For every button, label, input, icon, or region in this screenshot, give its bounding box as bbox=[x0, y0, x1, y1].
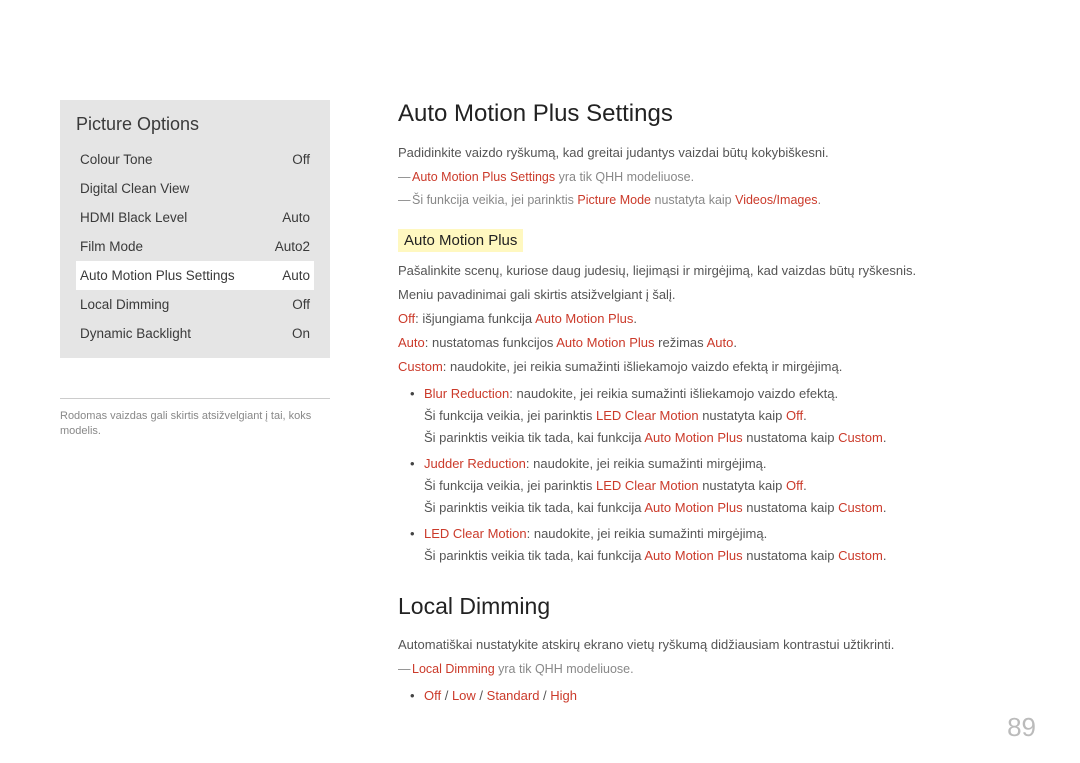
menu-row-dynamic-backlight[interactable]: Dynamic Backlight On bbox=[76, 319, 314, 348]
bullet-judder-reduction: Judder Reduction: naudokite, jei reikia … bbox=[424, 453, 1020, 519]
menu-row-hdmi-black-level[interactable]: HDMI Black Level Auto bbox=[76, 203, 314, 232]
bullet-sub: Ši parinktis veikia tik tada, kai funkci… bbox=[424, 497, 1020, 519]
menu-value: Auto bbox=[282, 268, 310, 283]
bullet-sub: Ši funkcija veikia, jei parinktis LED Cl… bbox=[424, 475, 1020, 497]
amp-description: Padidinkite vaizdo ryškumą, kad greitai … bbox=[398, 142, 1020, 164]
note-ld-qhh: Local Dimming yra tik QHH modeliuose. bbox=[398, 658, 1020, 681]
ld-description: Automatiškai nustatykite atskirų ekrano … bbox=[398, 634, 1020, 656]
menu-row-digital-clean-view[interactable]: Digital Clean View bbox=[76, 174, 314, 203]
menu-label: Digital Clean View bbox=[80, 181, 189, 196]
note-highlight: Auto Motion Plus Settings bbox=[412, 170, 555, 184]
menu-label: Local Dimming bbox=[80, 297, 169, 312]
picture-options-panel: Picture Options Colour Tone Off Digital … bbox=[60, 100, 330, 358]
page-number: 89 bbox=[1007, 712, 1036, 743]
subheading-auto-motion-plus: Auto Motion Plus bbox=[398, 229, 523, 252]
heading-auto-motion-plus-settings: Auto Motion Plus Settings bbox=[398, 100, 1020, 128]
menu-value: On bbox=[292, 326, 310, 341]
menu-value: Off bbox=[292, 152, 310, 167]
panel-footnote: Rodomas vaizdas gali skirtis atsižvelgia… bbox=[60, 398, 330, 440]
option-auto: Auto: nustatomas funkcijos Auto Motion P… bbox=[398, 332, 1020, 354]
option-custom: Custom: naudokite, jei reikia sumažinti … bbox=[398, 356, 1020, 378]
menu-label: HDMI Black Level bbox=[80, 210, 187, 225]
menu-row-auto-motion-plus[interactable]: Auto Motion Plus Settings Auto bbox=[76, 261, 314, 290]
menu-row-colour-tone[interactable]: Colour Tone Off bbox=[76, 145, 314, 174]
menu-row-film-mode[interactable]: Film Mode Auto2 bbox=[76, 232, 314, 261]
menu-value: Off bbox=[292, 297, 310, 312]
sub-desc-1: Pašalinkite scenų, kuriose daug judesių,… bbox=[398, 260, 1020, 282]
option-off: Off: išjungiama funkcija Auto Motion Plu… bbox=[398, 308, 1020, 330]
bullet-sub: Ši funkcija veikia, jei parinktis LED Cl… bbox=[424, 405, 1020, 427]
bullet-ld-options: Off / Low / Standard / High bbox=[424, 685, 1020, 707]
bullet-led-clear-motion: LED Clear Motion: naudokite, jei reikia … bbox=[424, 523, 1020, 567]
sub-desc-2: Meniu pavadinimai gali skirtis atsižvelg… bbox=[398, 284, 1020, 306]
heading-local-dimming: Local Dimming bbox=[398, 593, 1020, 620]
bullet-sub: Ši parinktis veikia tik tada, kai funkci… bbox=[424, 545, 1020, 567]
note-picture-mode: Ši funkcija veikia, jei parinktis Pictur… bbox=[398, 189, 1020, 212]
menu-label: Auto Motion Plus Settings bbox=[80, 268, 235, 283]
menu-label: Dynamic Backlight bbox=[80, 326, 191, 341]
menu-value: Auto2 bbox=[275, 239, 310, 254]
menu-label: Film Mode bbox=[80, 239, 143, 254]
menu-row-local-dimming[interactable]: Local Dimming Off bbox=[76, 290, 314, 319]
menu-label: Colour Tone bbox=[80, 152, 153, 167]
note-qhh-only: Auto Motion Plus Settings yra tik QHH mo… bbox=[398, 166, 1020, 189]
menu-value: Auto bbox=[282, 210, 310, 225]
panel-title: Picture Options bbox=[76, 114, 314, 135]
bullet-sub: Ši parinktis veikia tik tada, kai funkci… bbox=[424, 427, 1020, 449]
bullet-blur-reduction: Blur Reduction: naudokite, jei reikia su… bbox=[424, 383, 1020, 449]
